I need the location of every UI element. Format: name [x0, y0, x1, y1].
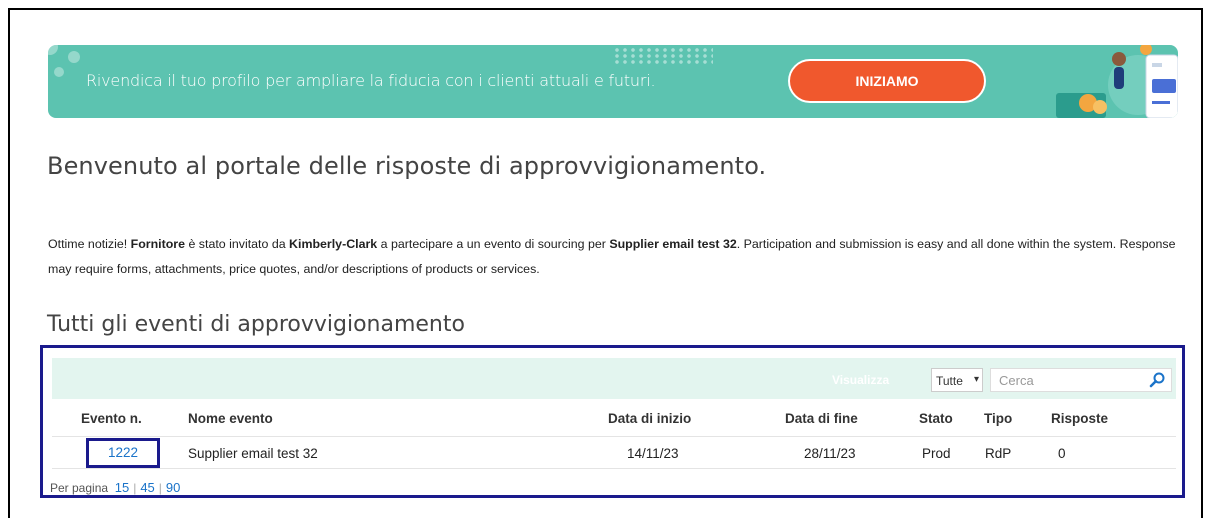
banner-decoration: [48, 45, 88, 85]
filter-select[interactable]: Tutte ▾: [931, 368, 983, 392]
search-input[interactable]: Cerca: [990, 368, 1172, 392]
per-page-45-link[interactable]: 45: [140, 480, 154, 495]
pagination: Per pagina 15 | 45 | 90: [50, 480, 181, 495]
col-header-type[interactable]: Tipo: [984, 411, 1012, 426]
supplier-name: Fornitore: [130, 237, 186, 251]
col-header-status[interactable]: Stato: [919, 411, 953, 426]
start-date-cell: 14/11/23: [627, 446, 679, 461]
col-header-end-date[interactable]: Data di fine: [785, 411, 858, 426]
search-icon[interactable]: [1149, 372, 1165, 388]
banner-dots-decoration: [613, 47, 713, 65]
section-title: Tutti gli eventi di approvvigionamento: [47, 312, 465, 337]
end-date-cell: 28/11/23: [804, 446, 856, 461]
event-number-link[interactable]: 1222: [86, 438, 160, 468]
status-cell: Prod: [922, 446, 951, 461]
event-name-cell: Supplier email test 32: [188, 446, 318, 461]
events-table-highlight: Visualizza Tutte ▾ Cerca Evento n. Nome …: [40, 345, 1185, 498]
start-button[interactable]: INIZIAMO: [788, 59, 986, 103]
table-header-row: Evento n. Nome evento Data di inizio Dat…: [52, 399, 1176, 436]
buyer-name: Kimberly-Clark: [289, 237, 378, 251]
claim-profile-banner: Rivendica il tuo profilo per ampliare la…: [48, 45, 1178, 118]
chevron-down-icon: ▾: [973, 374, 979, 385]
table-toolbar: Visualizza Tutte ▾ Cerca: [52, 358, 1176, 399]
banner-illustration-icon: [1056, 45, 1178, 118]
type-cell: RdP: [985, 446, 1012, 461]
table-row: 1222 Supplier email test 32 14/11/23 28/…: [52, 436, 1176, 469]
intro-text: Ottime notizie! Fornitore è stato invita…: [48, 237, 1176, 276]
event-name: Supplier email test 32: [609, 237, 737, 251]
search-placeholder: Cerca: [999, 373, 1034, 388]
per-page-90-link[interactable]: 90: [166, 480, 180, 495]
per-page-15-link[interactable]: 15: [115, 480, 129, 495]
responses-cell: 0: [1058, 446, 1066, 461]
col-header-event-number[interactable]: Evento n.: [81, 411, 142, 426]
col-header-start-date[interactable]: Data di inizio: [608, 411, 691, 426]
page-title: Benvenuto al portale delle risposte di a…: [47, 152, 767, 180]
col-header-responses[interactable]: Risposte: [1051, 411, 1108, 426]
col-header-event-name[interactable]: Nome evento: [188, 411, 273, 426]
per-page-label: Per pagina: [50, 481, 109, 495]
banner-message: Rivendica il tuo profilo per ampliare la…: [86, 71, 656, 90]
view-label: Visualizza: [832, 373, 890, 387]
